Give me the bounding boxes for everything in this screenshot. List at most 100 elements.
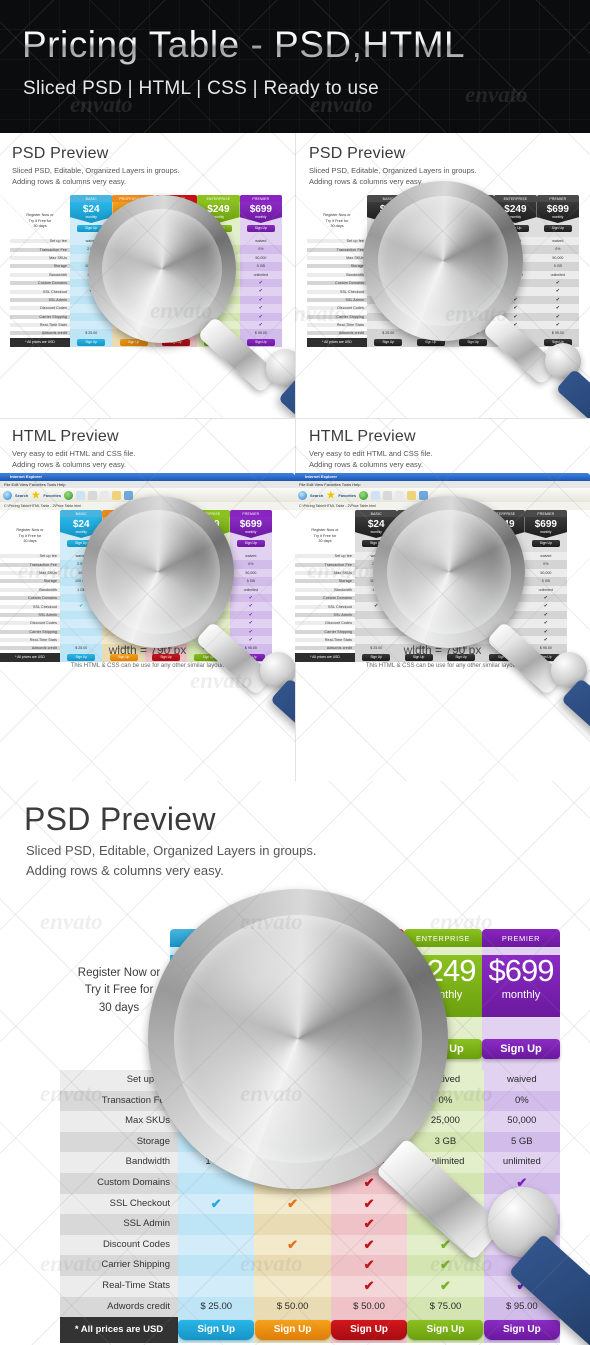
mini-check-icon: ✔ (470, 305, 476, 312)
plan-signup-top-button[interactable]: Sign Up (326, 1039, 404, 1059)
feature-value: ✔ (330, 1234, 408, 1256)
mini-table-row: SSL Admin ✔ ✔ ✔ (295, 610, 568, 620)
edit-icon[interactable] (100, 490, 110, 500)
mini-feature-label: SSL Checkout (307, 289, 367, 294)
mini-signup-top-button[interactable]: Sign Up (543, 225, 572, 232)
plan-signup-top-button[interactable]: Sign Up (170, 1039, 248, 1059)
mini-signup-button[interactable]: Sign Up (119, 338, 148, 346)
plan-period: monthly (345, 989, 385, 1001)
mini-signup-button[interactable]: Sign Up (77, 338, 106, 346)
plan-signup-top-button[interactable]: Sign Up (248, 1039, 326, 1059)
favorites-icon[interactable] (326, 490, 336, 499)
mini-table-row: Custom Domains ✔ ✔ ✔ (0, 593, 273, 603)
feature-value (178, 1275, 255, 1297)
back-icon[interactable] (298, 490, 307, 500)
mini-signup-button[interactable]: Sign Up (246, 338, 275, 346)
mini-signup-top-button[interactable]: Sign Up (416, 225, 445, 232)
mini-signup-top-button[interactable]: Sign Up (362, 540, 391, 547)
mini-signup-button[interactable]: Sign Up (543, 338, 572, 346)
mini-signup-button[interactable]: Sign Up (501, 338, 530, 346)
mini-table-row: Transaction Fee 2.0% 1.0% 0.5% 0% 0% (295, 560, 568, 569)
mail-icon[interactable] (76, 490, 86, 500)
back-icon[interactable] (3, 490, 12, 500)
mini-signup-top-button[interactable]: Sign Up (501, 225, 530, 232)
mini-signup-button[interactable]: Sign Up (204, 338, 233, 346)
check-icon: ✔ (363, 1195, 375, 1211)
feature-value: ✔ (483, 1172, 561, 1194)
plan-signup-button[interactable]: Sign Up (178, 1320, 255, 1341)
mini-signup-top-button[interactable]: Sign Up (374, 225, 403, 232)
mini-signup-top-button[interactable]: Sign Up (152, 540, 181, 547)
history-icon[interactable] (359, 490, 369, 500)
messenger-icon[interactable] (124, 490, 134, 500)
mini-signup-top-button[interactable]: Sign Up (447, 540, 476, 547)
plan-signup-button[interactable]: Sign Up (331, 1320, 408, 1341)
browser-menubar[interactable]: File Edit View Favorites Tools Help (295, 481, 590, 488)
mini-signup-top-button[interactable]: Sign Up (489, 540, 518, 547)
feature-value: ✔ (407, 1172, 484, 1194)
mini-signup-button[interactable]: Sign Up (374, 338, 403, 346)
plan-signup-top-button[interactable]: Sign Up (404, 1039, 482, 1059)
mini-plan-period: monthly (425, 215, 437, 219)
search-button-label[interactable]: Search (310, 493, 323, 498)
mini-feature-value: unlimited (154, 270, 198, 279)
mini-feature-value: ✔ (494, 287, 537, 296)
mini-signup-top-button[interactable]: Sign Up (404, 540, 433, 547)
browser-toolbar[interactable]: Search Favorites (295, 488, 590, 502)
feature-value: unlimited (483, 1152, 561, 1173)
favorites-icon[interactable] (31, 490, 41, 499)
plan-price-chevron: $249 monthly (404, 955, 482, 1017)
mini-signup-top-button[interactable]: Sign Up (236, 540, 265, 547)
mini-plan-name: BASIC (70, 195, 113, 202)
discuss-icon[interactable] (112, 490, 122, 500)
favorites-button-label[interactable]: Favorites (43, 493, 61, 498)
feature-value: 25,000 (407, 1111, 484, 1132)
edit-icon[interactable] (395, 490, 405, 500)
plan-signup-button[interactable]: Sign Up (407, 1320, 484, 1341)
mini-feature-label: Storage (0, 579, 60, 584)
mini-signup-top-button[interactable]: Sign Up (204, 225, 233, 232)
mini-signup-top-button[interactable]: Sign Up (194, 540, 223, 547)
mini-signup-top-button[interactable]: Sign Up (531, 540, 560, 547)
plan-signup-button[interactable]: Sign Up (254, 1320, 331, 1341)
mini-signup-button[interactable]: Sign Up (162, 338, 191, 346)
mini-feature-value: ✔ (239, 320, 283, 330)
browser-address-bar[interactable]: C:\Pricing Table\HTML Table - 2\Price Ta… (295, 502, 590, 510)
mini-feature-value: ✔ (482, 619, 525, 628)
mini-feature-label: Adwords credit (10, 331, 70, 336)
table-row: Set up fee waived waived waived waived waived (60, 1070, 561, 1091)
mini-feature-value (70, 304, 113, 313)
history-icon[interactable] (64, 490, 74, 500)
mini-signup-top-button[interactable]: Sign Up (77, 225, 106, 232)
print-icon[interactable] (88, 490, 98, 500)
plan-price-chevron: $24 monthly (170, 955, 248, 1017)
browser-menubar[interactable]: File Edit View Favorites Tools Help (0, 481, 295, 488)
mini-check-icon: ✔ (216, 279, 221, 286)
mini-signup-button[interactable]: Sign Up (459, 338, 488, 346)
mini-signup-top-button[interactable]: Sign Up (109, 540, 138, 547)
mini-signup-top-button[interactable]: Sign Up (119, 225, 148, 232)
mini-signup-top-button[interactable]: Sign Up (459, 225, 488, 232)
mini-signup-top-button[interactable]: Sign Up (67, 540, 96, 547)
mini-feature-value: ✔ (229, 627, 273, 636)
browser-address-bar[interactable]: C:\Pricing Table\HTML Table - 2\Price Ta… (0, 502, 295, 510)
browser-toolbar[interactable]: Search Favorites (0, 488, 295, 502)
plan-signup-button[interactable]: Sign Up (483, 1320, 560, 1341)
search-button-label[interactable]: Search (15, 493, 28, 498)
mini-signup-top-button[interactable]: Sign Up (162, 225, 191, 232)
print-icon[interactable] (383, 490, 393, 500)
mini-signup-top-button[interactable]: Sign Up (246, 225, 275, 232)
mini-feature-value: 2,500 (409, 253, 452, 263)
favorites-button-label[interactable]: Favorites (338, 493, 356, 498)
plan-column-professional: PROFESSIONAL $59 monthly Sign Up (248, 929, 326, 1070)
mini-check-icon: ✔ (458, 628, 464, 635)
mini-signup-button[interactable]: Sign Up (416, 338, 445, 346)
discuss-icon[interactable] (407, 490, 417, 500)
mini-check-icon: ✔ (555, 313, 560, 320)
messenger-icon[interactable] (419, 490, 429, 500)
mini-feature-label: Set up fee (0, 554, 60, 559)
mini-feature-value: ✔ (229, 602, 273, 611)
mail-icon[interactable] (371, 490, 381, 500)
feature-value: 1 GB (178, 1152, 255, 1173)
plan-signup-top-button[interactable]: Sign Up (482, 1039, 560, 1059)
